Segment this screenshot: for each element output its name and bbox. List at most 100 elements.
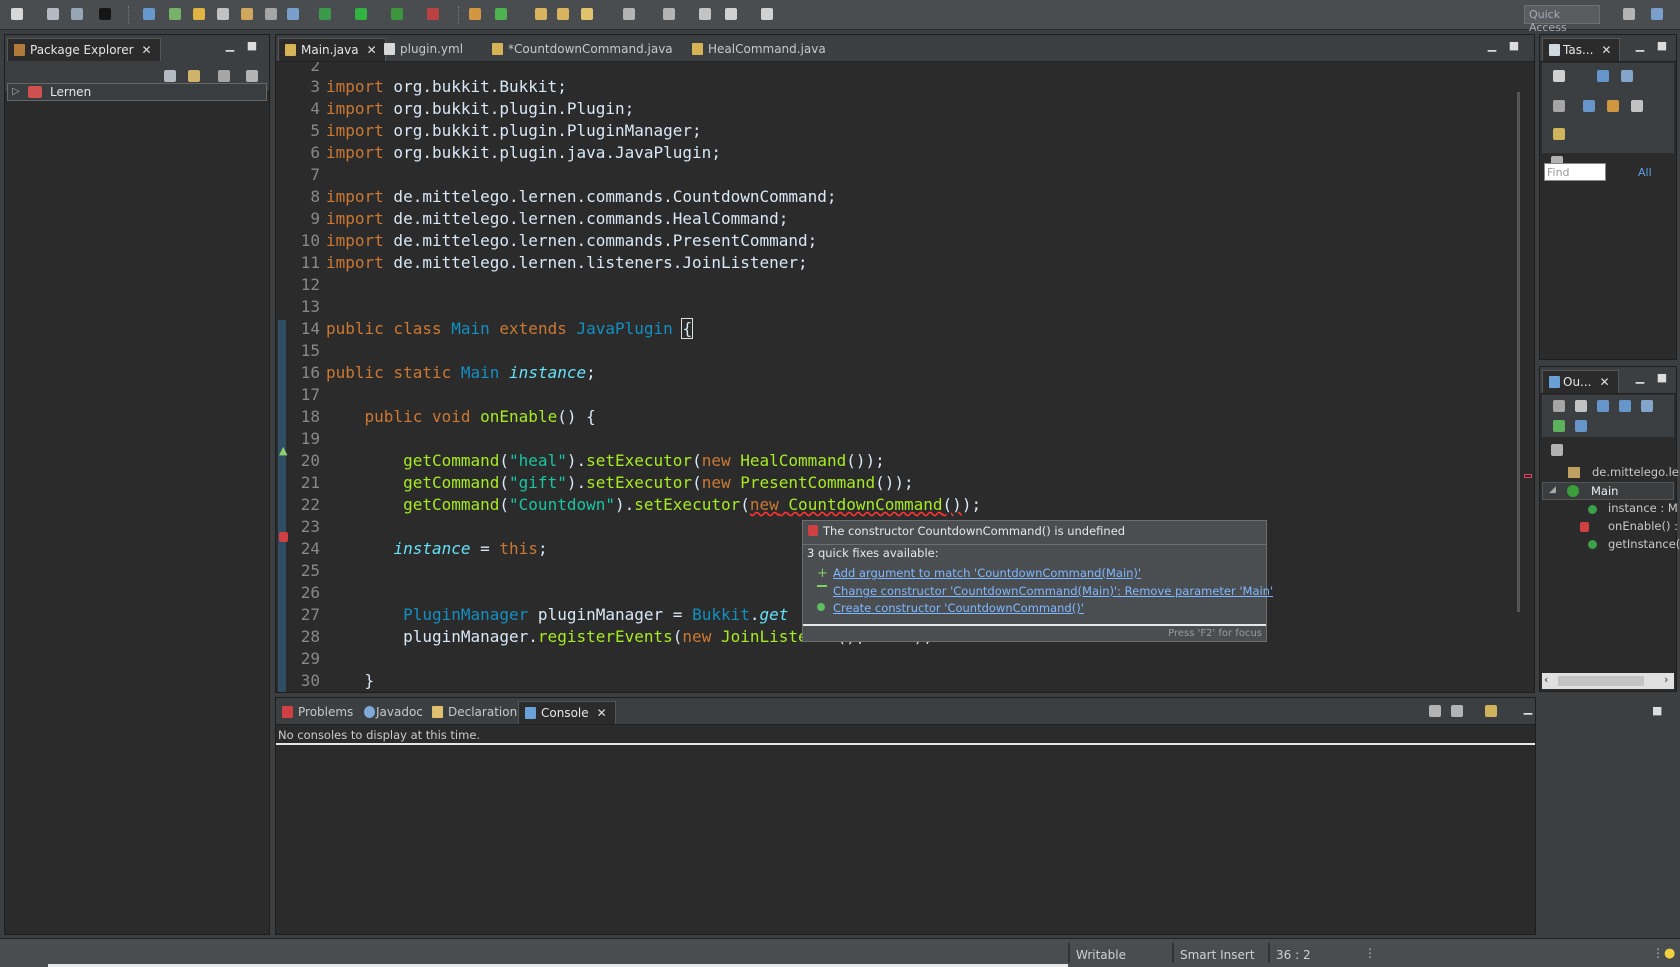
line-number: 5 — [310, 121, 320, 140]
activate-icon[interactable] — [1550, 125, 1568, 143]
expand-arrow-icon[interactable]: ▷ — [12, 86, 20, 97]
horizontal-scrollbar[interactable]: ‹ › — [1542, 673, 1674, 689]
tip-lightbulb-icon[interactable]: ● — [1664, 946, 1675, 961]
external-tools-icon[interactable] — [424, 5, 442, 23]
java-perspective-icon[interactable] — [1648, 5, 1666, 23]
status-more-icon[interactable]: ⋮ — [1652, 946, 1664, 960]
new-task-icon[interactable] — [1550, 67, 1568, 85]
hide-local-types-icon[interactable] — [1638, 397, 1656, 415]
display-console-icon[interactable] — [1448, 702, 1466, 720]
close-icon[interactable]: ✕ — [1600, 371, 1610, 393]
pin-console-icon[interactable] — [1426, 702, 1444, 720]
scroll-left-icon[interactable]: ‹ — [1544, 673, 1548, 686]
tab-task-list[interactable]: Tas... ✕ — [1542, 38, 1621, 61]
sort-icon[interactable] — [1550, 397, 1568, 415]
view-menu-icon[interactable] — [1548, 441, 1566, 459]
task-find-input[interactable]: Find — [1544, 163, 1606, 181]
link-editor-icon[interactable] — [1550, 417, 1568, 435]
close-icon[interactable]: ✕ — [597, 702, 607, 724]
outline-item-package[interactable]: de.mittelego.ler — [1592, 465, 1680, 479]
collapse-icon[interactable] — [1628, 97, 1646, 115]
toggle-mark-icon[interactable] — [238, 5, 256, 23]
open-perspective-icon[interactable] — [1620, 5, 1638, 23]
save-icon[interactable] — [44, 5, 62, 23]
outline-item-method[interactable]: onEnable() : — [1608, 519, 1678, 533]
tree-item-project[interactable]: ▷ Lernen — [7, 83, 267, 101]
quickfix-add-argument[interactable]: Add argument to match 'CountdownCommand(… — [833, 566, 1141, 580]
tab-console[interactable]: Console ✕ — [518, 701, 616, 724]
outline-item-method[interactable]: getInstance( — [1608, 537, 1680, 551]
hide-nonpublic-icon[interactable] — [1616, 397, 1634, 415]
new-java-project-icon[interactable] — [466, 5, 484, 23]
search-icon[interactable] — [214, 5, 232, 23]
tab-outline[interactable]: Ou... ✕ — [1542, 370, 1619, 393]
quick-access-input[interactable]: Quick Access — [1524, 5, 1600, 34]
last-edit-icon[interactable] — [696, 5, 714, 23]
quickfix-change-constructor[interactable]: Change constructor 'CountdownCommand(Mai… — [833, 584, 1273, 598]
minimize-icon[interactable]: ▁ — [1486, 40, 1498, 51]
pencil-icon[interactable] — [578, 5, 596, 23]
bottom-maximize-icon[interactable]: ■ — [1652, 704, 1662, 717]
next-annotation-icon[interactable] — [620, 5, 638, 23]
tab-heal-command[interactable]: HealCommand.java — [686, 38, 834, 60]
outline-item-field[interactable]: instance : M — [1608, 501, 1678, 515]
status-more-icon[interactable]: ⋮ — [1364, 946, 1376, 960]
tab-problems[interactable]: Problems — [276, 701, 361, 723]
minimize-icon[interactable]: ▁ — [224, 40, 236, 51]
outline-item-class[interactable]: ◢ Main — [1542, 482, 1674, 500]
expand-arrow-icon[interactable]: ◢ — [1549, 485, 1556, 495]
synchronize-icon[interactable] — [1550, 97, 1568, 115]
skip-breakpoints-icon[interactable] — [140, 5, 158, 23]
hide-fields-icon[interactable] — [1572, 397, 1590, 415]
new-icon[interactable] — [8, 5, 26, 23]
run-icon[interactable] — [352, 5, 370, 23]
block-select-icon[interactable] — [262, 5, 280, 23]
scroll-right-icon[interactable]: › — [1664, 673, 1668, 686]
tab-countdown-command[interactable]: *CountdownCommand.java — [486, 38, 681, 60]
prev-annotation-icon[interactable] — [660, 5, 678, 23]
maximize-icon[interactable]: ■ — [1508, 40, 1520, 51]
quickfix-create-constructor[interactable]: Create constructor 'CountdownCommand()' — [833, 601, 1084, 615]
close-icon[interactable]: ✕ — [367, 39, 377, 61]
minimize-icon[interactable]: ▁ — [1522, 703, 1534, 714]
tab-declaration[interactable]: Declaration — [426, 701, 525, 723]
filter-icon[interactable] — [1572, 417, 1590, 435]
task-list-tabbar: Tas... ✕ ▁ ■ — [1540, 35, 1676, 62]
vertical-scrollbar[interactable] — [1517, 92, 1520, 612]
close-icon[interactable]: ✕ — [142, 39, 152, 61]
save-all-icon[interactable] — [68, 5, 86, 23]
maximize-icon[interactable]: ■ — [1656, 40, 1668, 51]
open-console-icon[interactable] — [1482, 702, 1500, 720]
tab-main-java[interactable]: Main.java ✕ — [278, 38, 386, 61]
maximize-icon[interactable]: ■ — [246, 40, 258, 51]
forward-arrow-icon[interactable] — [758, 5, 776, 23]
open-project-icon[interactable] — [554, 5, 572, 23]
quickfix-subheader: 3 quick fixes available: — [807, 546, 939, 560]
show-whitespace-icon[interactable] — [284, 5, 302, 23]
coverage-icon[interactable] — [388, 5, 406, 23]
task-all-link[interactable]: All — [1638, 166, 1652, 179]
open-folder-icon[interactable] — [532, 5, 550, 23]
debug-icon[interactable] — [316, 5, 334, 23]
back-arrow-icon[interactable] — [722, 5, 740, 23]
categorized-icon[interactable] — [1594, 67, 1612, 85]
refresh-icon[interactable] — [492, 5, 510, 23]
scheduled-icon[interactable] — [1618, 67, 1636, 85]
highlight-icon[interactable] — [190, 5, 208, 23]
tab-javadoc[interactable]: Javadoc — [358, 701, 431, 723]
override-marker-icon[interactable]: ▲ — [279, 444, 287, 457]
tab-package-explorer[interactable]: Package Explorer ✕ — [7, 38, 161, 61]
tab-plugin-yml[interactable]: plugin.yml — [378, 38, 471, 60]
hide-completed-icon[interactable] — [1580, 97, 1598, 115]
open-type-icon[interactable] — [166, 5, 184, 23]
error-marker-icon[interactable] — [279, 532, 288, 542]
minimize-icon[interactable]: ▁ — [1634, 372, 1646, 383]
scroll-thumb[interactable] — [1558, 676, 1644, 686]
minimize-icon[interactable]: ▁ — [1634, 40, 1646, 51]
error-overview-marker[interactable] — [1524, 474, 1532, 478]
hide-static-icon[interactable] — [1594, 397, 1612, 415]
debug-profile-icon[interactable] — [96, 5, 114, 23]
focus-icon[interactable] — [1604, 97, 1622, 115]
close-icon[interactable]: ✕ — [1601, 39, 1611, 61]
maximize-icon[interactable]: ■ — [1656, 372, 1668, 383]
